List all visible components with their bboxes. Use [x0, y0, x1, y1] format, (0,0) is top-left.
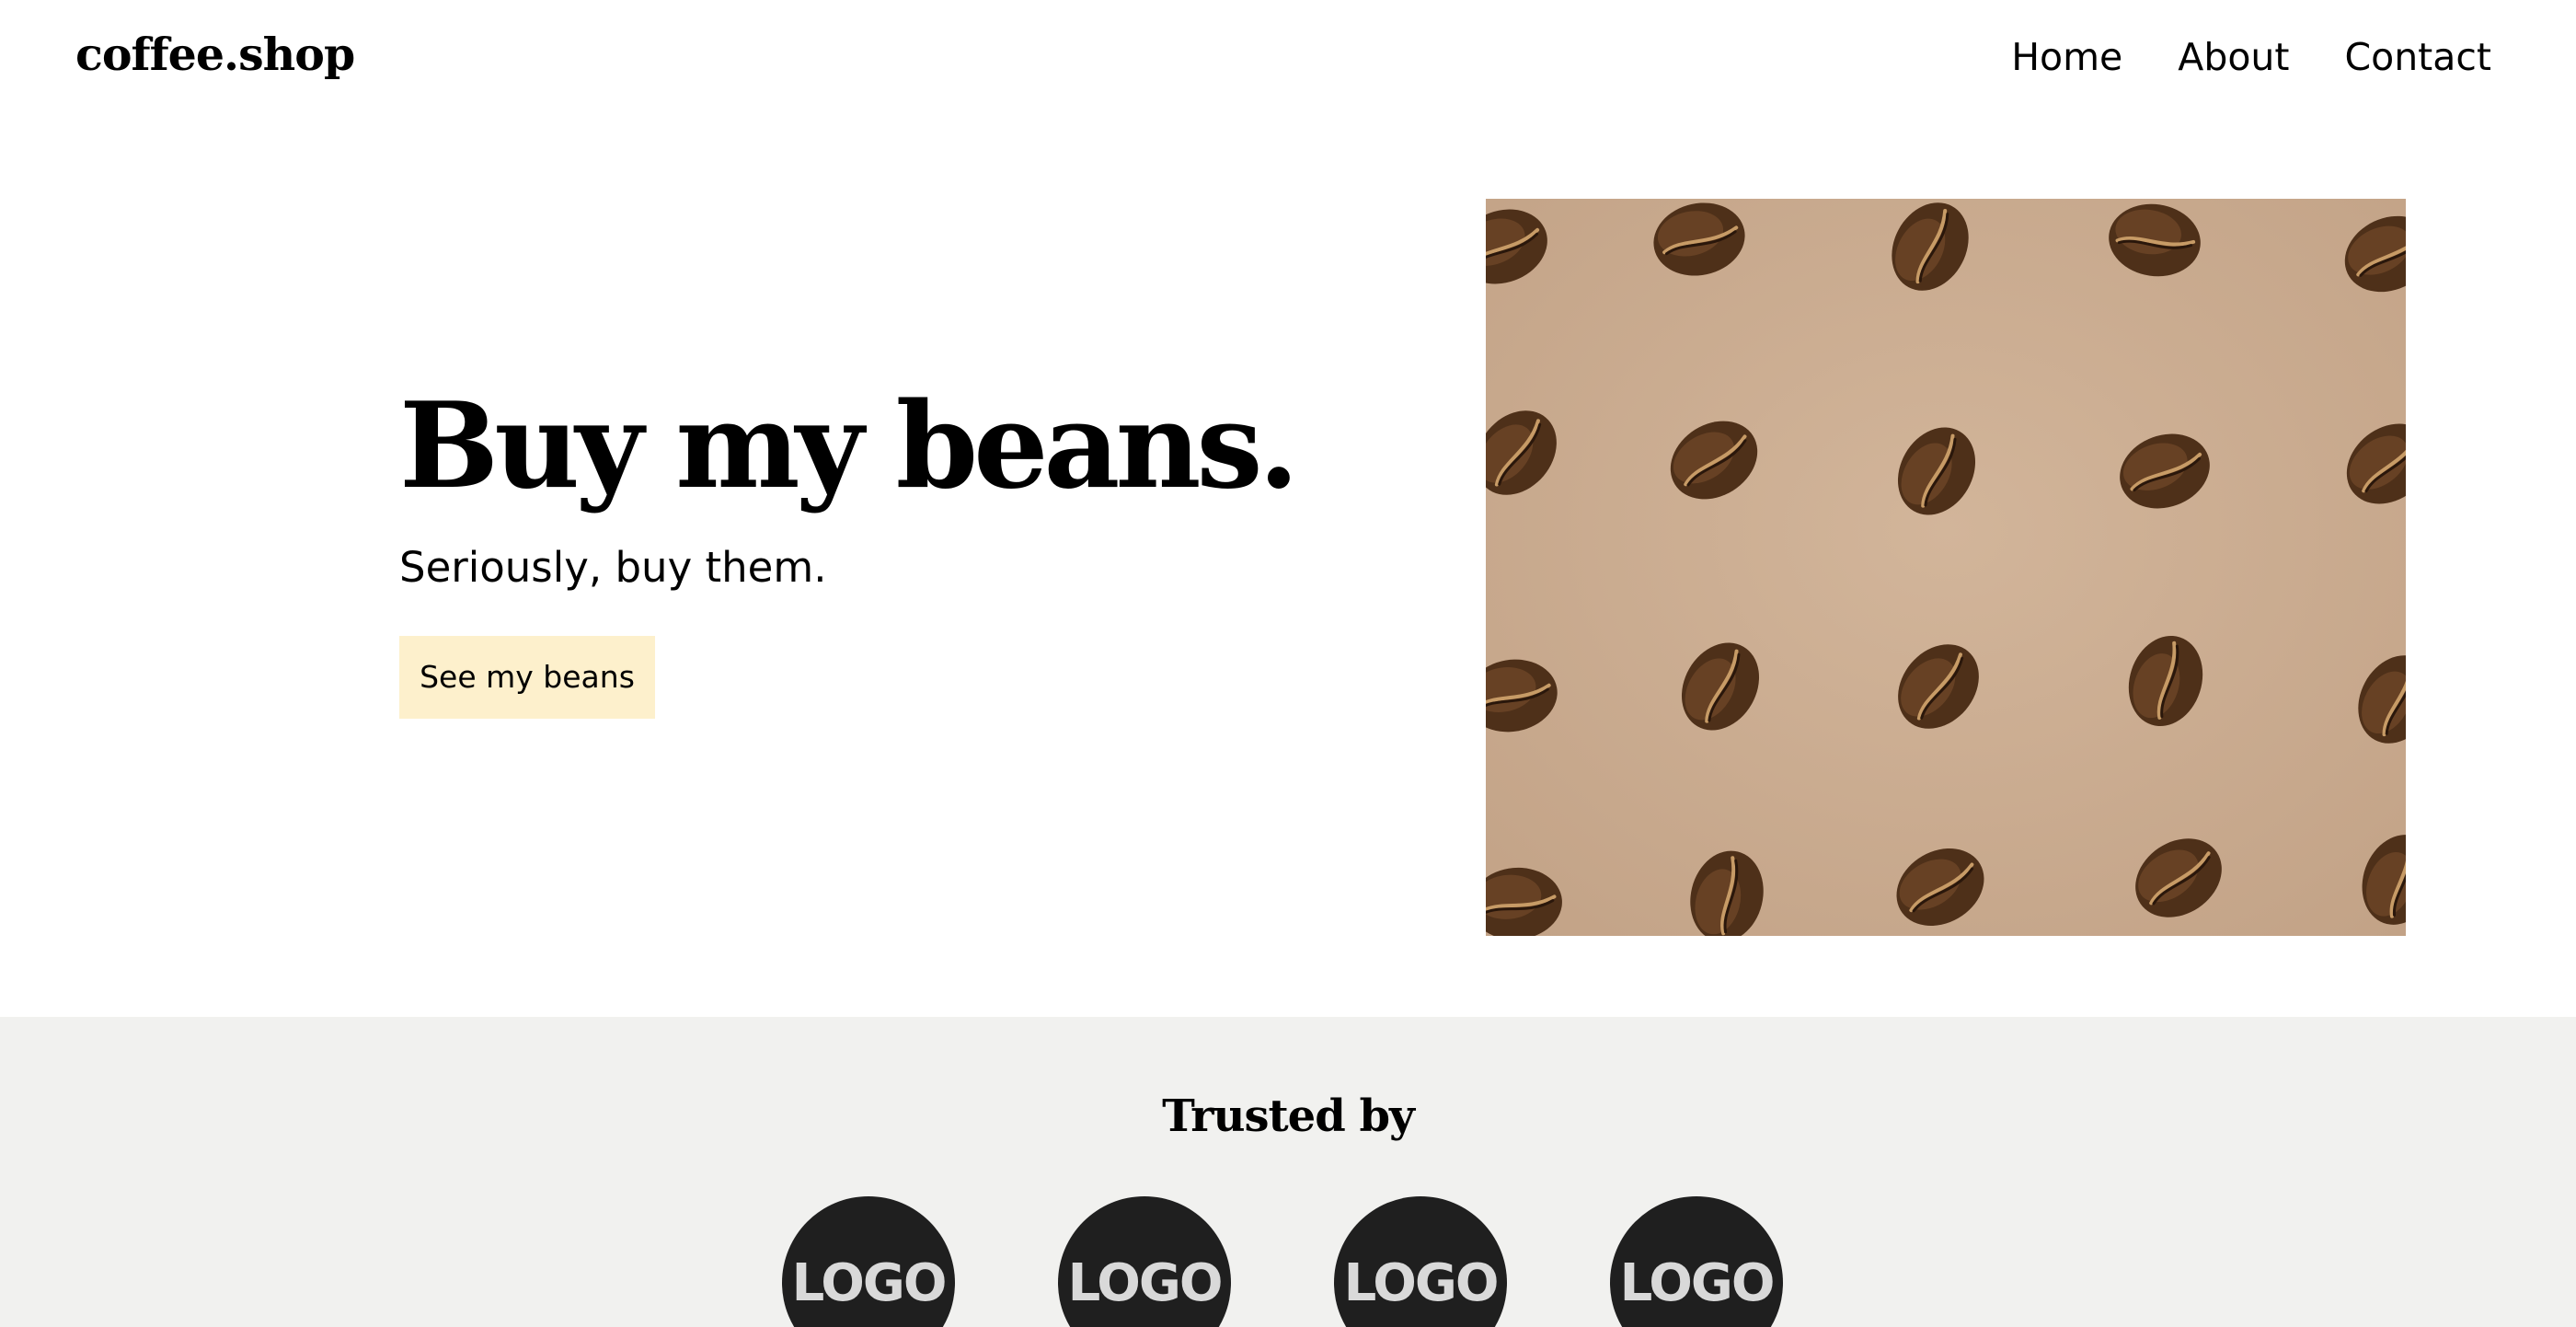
hero-subtitle: Seriously, buy them. [399, 543, 827, 592]
trusted-by-title: Trusted by [1162, 1090, 1415, 1142]
main-nav: Home About Contact [2011, 35, 2491, 79]
partner-logos: LOGO LOGO LOGO LOGO [782, 1196, 1783, 1327]
hero-section: Buy my beans. Seriously, buy them. See m… [399, 377, 1319, 719]
partner-logo: LOGO [1058, 1196, 1231, 1327]
coffee-beans-image [1486, 199, 2406, 936]
partner-logo: LOGO [782, 1196, 955, 1327]
partner-logo-text: LOGO [791, 1253, 948, 1313]
nav-contact-link[interactable]: Contact [2344, 35, 2491, 79]
trusted-by-section: Trusted by LOGO LOGO LOGO LOGO [0, 1017, 2576, 1327]
coffee-beans-illustration [1486, 199, 2406, 936]
partner-logo-text: LOGO [1343, 1253, 1500, 1313]
partner-logo: LOGO [1610, 1196, 1783, 1327]
partner-logo-text: LOGO [1067, 1253, 1224, 1313]
nav-home-link[interactable]: Home [2011, 35, 2122, 79]
partner-logo: LOGO [1334, 1196, 1507, 1327]
partner-logo-text: LOGO [1619, 1253, 1776, 1313]
nav-about-link[interactable]: About [2178, 35, 2289, 79]
site-header: coffee.shop Home About Contact [0, 0, 2576, 124]
hero-title: Buy my beans. [399, 377, 1299, 515]
brand-logo-link[interactable]: coffee.shop [75, 28, 355, 81]
see-beans-button[interactable]: See my beans [399, 636, 655, 719]
